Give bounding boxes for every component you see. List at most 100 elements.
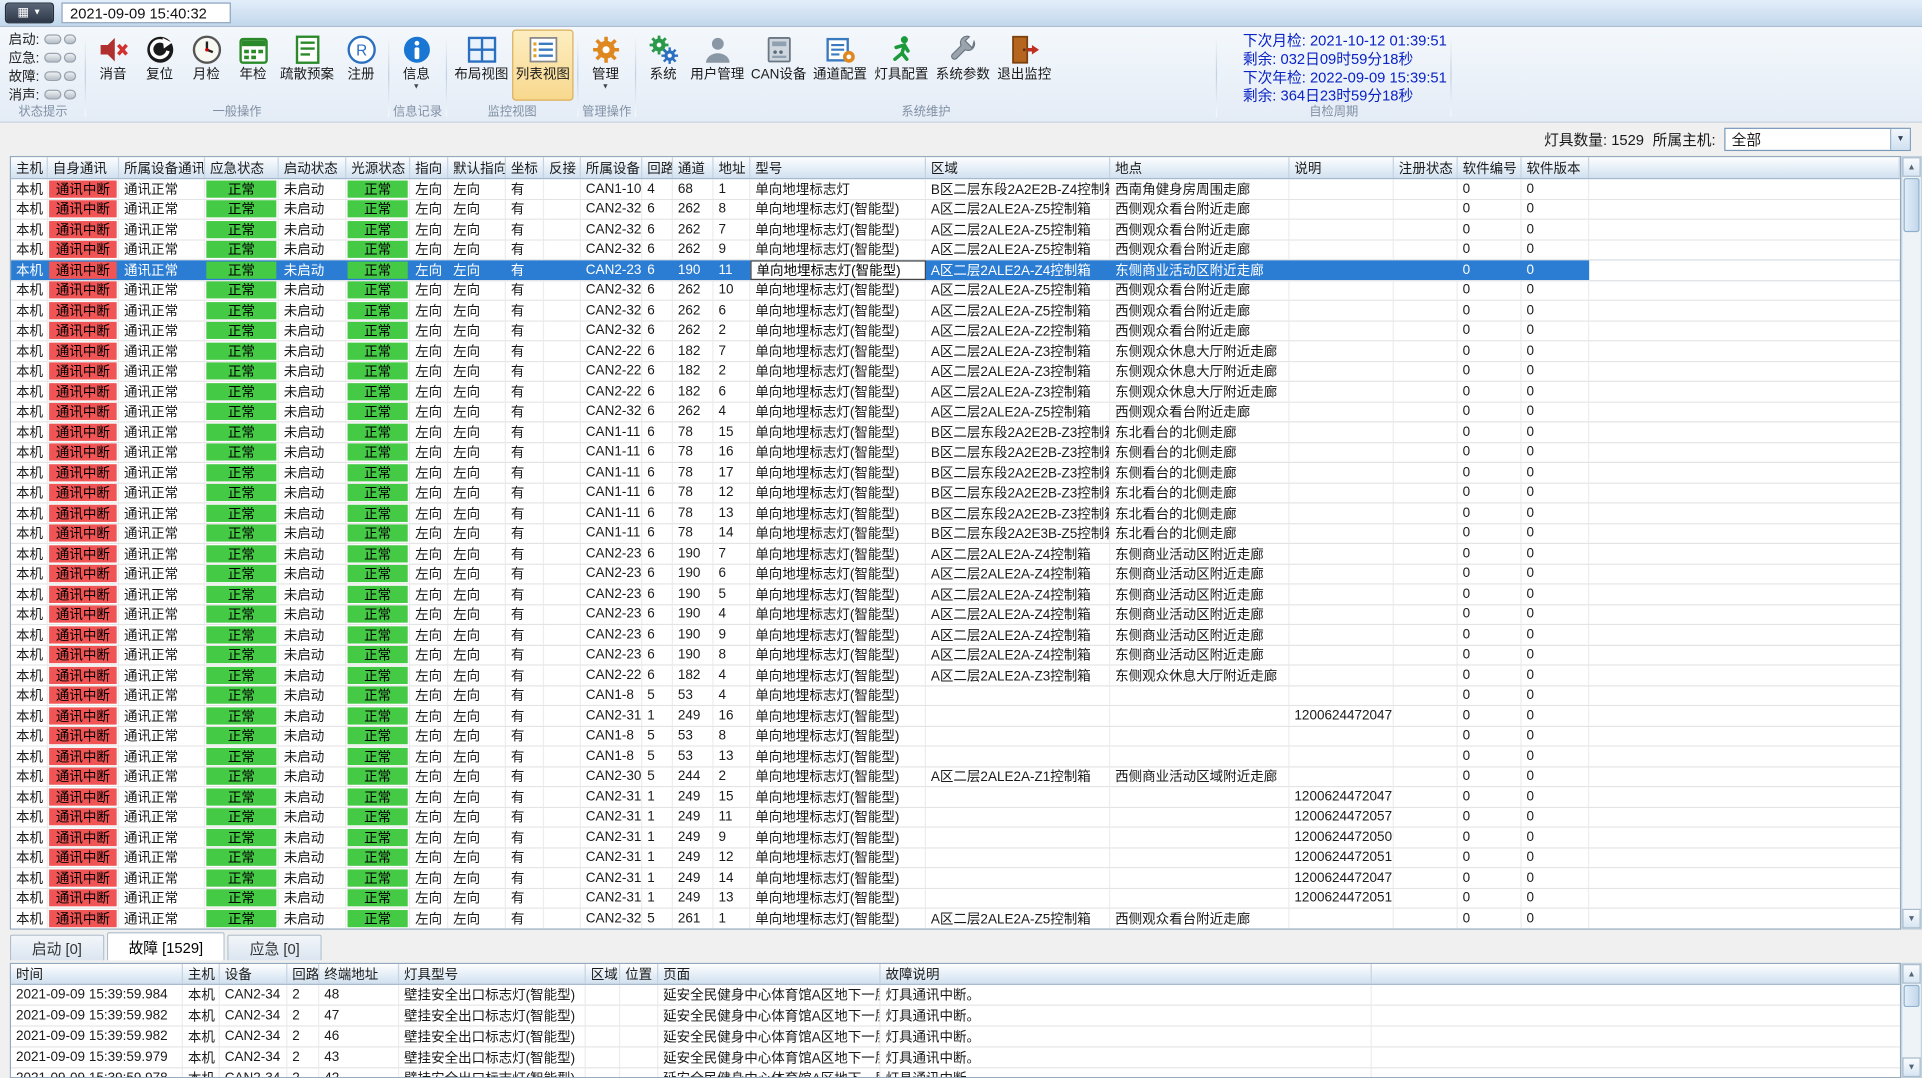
channel-config-button[interactable]: 通道配置 (809, 29, 870, 100)
column-header[interactable]: 注册状态 (1394, 157, 1458, 179)
scroll-up-button[interactable]: ▲ (1902, 157, 1921, 177)
table-row[interactable]: 2021-09-09 15:39:59.979 本机 CAN2-34 2 43 壁挂安全出… (11, 1047, 1900, 1069)
table-row[interactable]: 本机 通讯中断 通讯正常 正常 未启动 正常 左向 左向有 CAN1-11 6 78 12 单向地埋标志… (11, 483, 1900, 504)
table-row[interactable]: 本机 通讯中断 通讯正常 正常 未启动 正常 左向 左向有 CAN2-31 1 249 11 单向地埋标… (11, 807, 1900, 828)
column-header[interactable]: 反接 (544, 157, 581, 179)
table-row[interactable]: 2021-09-09 15:39:59.978本机CAN2-34242壁挂安全出… (11, 1068, 1900, 1078)
tab-start[interactable]: 启动 [0] (9, 934, 105, 961)
exit-monitor-button[interactable]: 退出监控 (994, 29, 1055, 100)
table-row[interactable]: 本机 通讯中断 通讯正常 正常 未启动 正常 左向 左向有 CAN2-23 6 190 9 单向地埋标志… (11, 625, 1900, 646)
table-row[interactable]: 本机 通讯中断 通讯正常 正常 未启动 正常 左向 左向有 CAN2-32 6 262 6 单向地埋标志… (11, 300, 1900, 322)
table-row[interactable]: 本机 通讯中断 通讯正常 正常 未启动 正常 左向 左向有 CAN2-32 6 262 8 单向地埋标志… (11, 199, 1900, 220)
fault-table-scrollbar[interactable]: ▲ ▼ (1901, 962, 1922, 1078)
scroll-up-button[interactable]: ▲ (1902, 964, 1921, 984)
column-header[interactable]: 主机 (183, 964, 220, 984)
table-row[interactable]: 本机 通讯中断 通讯正常 正常 未启动 正常 左向 左向有 CAN2-23 6 190 5 单向地埋标志… (11, 584, 1900, 605)
layout-view-button[interactable]: 布局视图 (451, 29, 512, 100)
mute-button[interactable]: 消音 (90, 29, 137, 100)
column-header[interactable]: 应急状态 (205, 157, 279, 179)
table-row[interactable]: 本机 通讯中断 通讯正常 正常 未启动 正常 左向 左向有 CAN2-22 6 182 2 单向地埋标志… (11, 361, 1900, 382)
table-row[interactable]: 本机 通讯中断 通讯正常 正常 未启动 正常 左向 左向有 CAN1-11 6 78 15 单向地埋标志… (11, 422, 1900, 443)
table-row[interactable]: 本机 通讯中断 通讯正常 正常 未启动 正常 左向 左向有 CAN2-31 1 249 16 单向地埋标… (11, 706, 1900, 727)
table-row[interactable]: 本机 通讯中断 通讯正常 正常 未启动 正常 左向 左向有 CAN2-32 6 262 9 单向地埋标志… (11, 240, 1900, 261)
column-header[interactable]: 光源状态 (346, 157, 411, 179)
table-row[interactable]: 本机 通讯中断 通讯正常 正常 未启动 正常 左向 左向有 CAN2-32 5 261 1 单向地埋标志… (11, 908, 1900, 929)
column-header[interactable]: 回路 (642, 157, 673, 179)
table-row[interactable]: 本机 通讯中断 通讯正常 正常 未启动 正常 左向 左向有 CAN2-22 6 182 4 单向地埋标志… (11, 665, 1900, 686)
column-header[interactable]: 软件版本 (1522, 157, 1590, 179)
table-row[interactable]: 本机 通讯中断 通讯正常 正常 未启动 正常 左向 左向有 CAN2-31 1 249 9 单向地埋标志… (11, 827, 1900, 849)
tab-fault[interactable]: 故障 [1529] (106, 932, 226, 961)
column-header[interactable]: 区域 (586, 964, 621, 984)
can-device-button[interactable]: CAN设备 (748, 29, 809, 100)
table-row[interactable]: 2021-09-09 15:39:59.984 本机 CAN2-34 2 48 壁挂安全出… (11, 984, 1900, 1006)
column-header[interactable]: 页面 (658, 964, 881, 984)
column-header[interactable]: 坐标 (506, 157, 545, 179)
main-table-scrollbar[interactable]: ▲ ▼ (1901, 155, 1922, 930)
column-header[interactable]: 所属设备 (581, 157, 643, 179)
column-header[interactable]: 地点 (1110, 157, 1290, 179)
column-header[interactable]: 故障说明 (881, 964, 1372, 984)
evacuation-plan-button[interactable]: 疏散预案 (276, 29, 337, 100)
column-header[interactable]: 自身通讯 (48, 157, 120, 179)
table-row[interactable]: 本机 通讯中断 通讯正常 正常 未启动 正常 左向 左向有 CAN2-30 5 244 2 单向地埋标志… (11, 766, 1900, 788)
column-header[interactable]: 设备 (220, 964, 288, 984)
host-filter-select[interactable]: 全部 ▼ (1724, 127, 1911, 151)
table-row[interactable]: 2021-09-09 15:39:59.982 本机 CAN2-34 2 46 壁挂安全出… (11, 1026, 1900, 1048)
table-row[interactable]: 本机 通讯中断 通讯正常 正常 未启动 正常 左向 左向有 CAN2-31 1 249 15 单向地埋标… (11, 787, 1900, 808)
column-header[interactable]: 区域 (926, 157, 1111, 179)
reset-button[interactable]: 复位 (136, 29, 183, 100)
tab-emergency[interactable]: 应急 [0] (227, 934, 322, 961)
column-header[interactable]: 时间 (11, 964, 183, 984)
manage-button[interactable]: 管理 ▼ (582, 29, 629, 100)
table-row[interactable]: 本机 通讯中断 通讯正常 正常 未启动 正常 左向 左向有 CAN1-8 5 53 4 单向地埋标志灯(… (11, 685, 1900, 707)
table-row[interactable]: 本机 通讯中断 通讯正常 正常 未启动 正常 左向 左向有 CAN1-11 6 78 14 单向地埋标志… (11, 523, 1900, 545)
scroll-down-button[interactable]: ▼ (1902, 908, 1921, 929)
column-header[interactable]: 终端地址 (319, 964, 400, 984)
register-button[interactable]: R 注册 (338, 29, 385, 100)
table-row[interactable]: 本机 通讯中断 通讯正常 正常 未启动 正常 左向 左向有 CAN2-23 6 190 4 单向地埋标志… (11, 604, 1900, 626)
column-header[interactable]: 指向 (410, 157, 449, 179)
monthly-check-button[interactable]: 月检 (183, 29, 230, 100)
column-header[interactable]: 说明 (1290, 157, 1394, 179)
column-header[interactable]: 型号 (750, 157, 926, 179)
system-button[interactable]: 系统 (640, 29, 687, 100)
column-header[interactable]: 通道 (673, 157, 714, 179)
system-params-button[interactable]: 系统参数 (932, 29, 993, 100)
scroll-thumb[interactable] (1903, 984, 1920, 1008)
table-row[interactable]: 本机 通讯中断 通讯正常 正常 未启动 正常 左向 左向有 CAN1-10 4 68 1 单向地埋标志灯… (11, 179, 1900, 200)
table-row[interactable]: 本机 通讯中断 通讯正常 正常 未启动 正常 左向 左向有 CAN2-23 6 190 8 单向地埋标志… (11, 645, 1900, 666)
table-row[interactable]: 本机 通讯中断 通讯正常 正常 未启动 正常 左向 左向有 CAN2-31 1 249 13 单向地埋标… (11, 888, 1900, 909)
column-header[interactable]: 回路 (287, 964, 320, 984)
table-row[interactable]: 本机 通讯中断 通讯正常 正常 未启动 正常 左向 左向有 CAN1-11 6 78 13 单向地埋标志… (11, 503, 1900, 524)
table-row[interactable]: 本机 通讯中断 通讯正常 正常 未启动 正常 左向 左向有 CAN2-23 6 190 11 单向地埋标… (11, 260, 1900, 281)
table-row[interactable]: 本机 通讯中断 通讯正常 正常 未启动 正常 左向 左向有 CAN1-11 6 78 16 单向地埋标志… (11, 442, 1900, 463)
list-view-button[interactable]: 列表视图 (512, 29, 574, 101)
column-header[interactable]: 灯具型号 (399, 964, 586, 984)
annual-check-button[interactable]: 年检 (230, 29, 277, 100)
table-row[interactable]: 本机 通讯中断 通讯正常 正常 未启动 正常 左向 左向有 CAN2-32 6 262 7 单向地埋标志… (11, 219, 1900, 241)
column-header[interactable]: 地址 (714, 157, 751, 179)
lamp-config-button[interactable]: 灯具配置 (871, 29, 932, 100)
column-header[interactable]: 默认指向 (448, 157, 506, 179)
table-row[interactable]: 本机 通讯中断 通讯正常 正常 未启动 正常 左向 左向有 CAN2-22 6 182 6 单向地埋标志… (11, 381, 1900, 403)
column-header[interactable]: 位置 (620, 964, 659, 984)
user-manage-button[interactable]: 用户管理 (687, 29, 748, 100)
table-row[interactable]: 本机 通讯中断 通讯正常 正常 未启动 正常 左向 左向有 CAN1-11 6 78 17 单向地埋标志… (11, 462, 1900, 484)
table-row[interactable]: 本机 通讯中断 通讯正常 正常 未启动 正常 左向 左向有 CAN2-32 6 262 4 单向地埋标志… (11, 402, 1900, 423)
scroll-down-button[interactable]: ▼ (1902, 1057, 1921, 1078)
column-header[interactable]: 软件编号 (1458, 157, 1522, 179)
column-header[interactable]: 主机 (11, 157, 48, 179)
table-row[interactable]: 本机 通讯中断 通讯正常 正常 未启动 正常 左向 左向有 CAN1-8 5 53 8 单向地埋标志灯(… (11, 726, 1900, 747)
chevron-down-icon[interactable]: ▼ (1890, 128, 1910, 150)
table-row[interactable]: 本机 通讯中断 通讯正常 正常 未启动 正常 左向 左向有 CAN2-31 1 249 12 单向地埋标… (11, 848, 1900, 869)
table-row[interactable]: 2021-09-09 15:39:59.982 本机 CAN2-34 2 47 壁挂安全出… (11, 1005, 1900, 1027)
app-menu-button[interactable]: ▦ ▼ (4, 2, 55, 24)
table-row[interactable]: 本机 通讯中断 通讯正常 正常 未启动 正常 左向 左向有 CAN2-32 6 262 2 单向地埋标志… (11, 321, 1900, 342)
table-row[interactable]: 本机 通讯中断 通讯正常 正常 未启动 正常 左向 左向有 CAN2-32 6 262 10 单向地埋标… (11, 280, 1900, 301)
table-row[interactable]: 本机 通讯中断 通讯正常 正常 未启动 正常 左向 左向有 CAN2-23 6 190 7 单向地埋标志… (11, 544, 1900, 565)
table-row[interactable]: 本机 通讯中断 通讯正常 正常 未启动 正常 左向 左向有 CAN2-22 6 182 7 单向地埋标志… (11, 341, 1900, 362)
column-header[interactable]: 所属设备通讯 (119, 157, 206, 179)
column-header[interactable]: 启动状态 (279, 157, 347, 179)
table-row[interactable]: 本机 通讯中断 通讯正常 正常 未启动 正常 左向 左向有 CAN1-8 5 53 13 单向地埋标志灯… (11, 746, 1900, 767)
